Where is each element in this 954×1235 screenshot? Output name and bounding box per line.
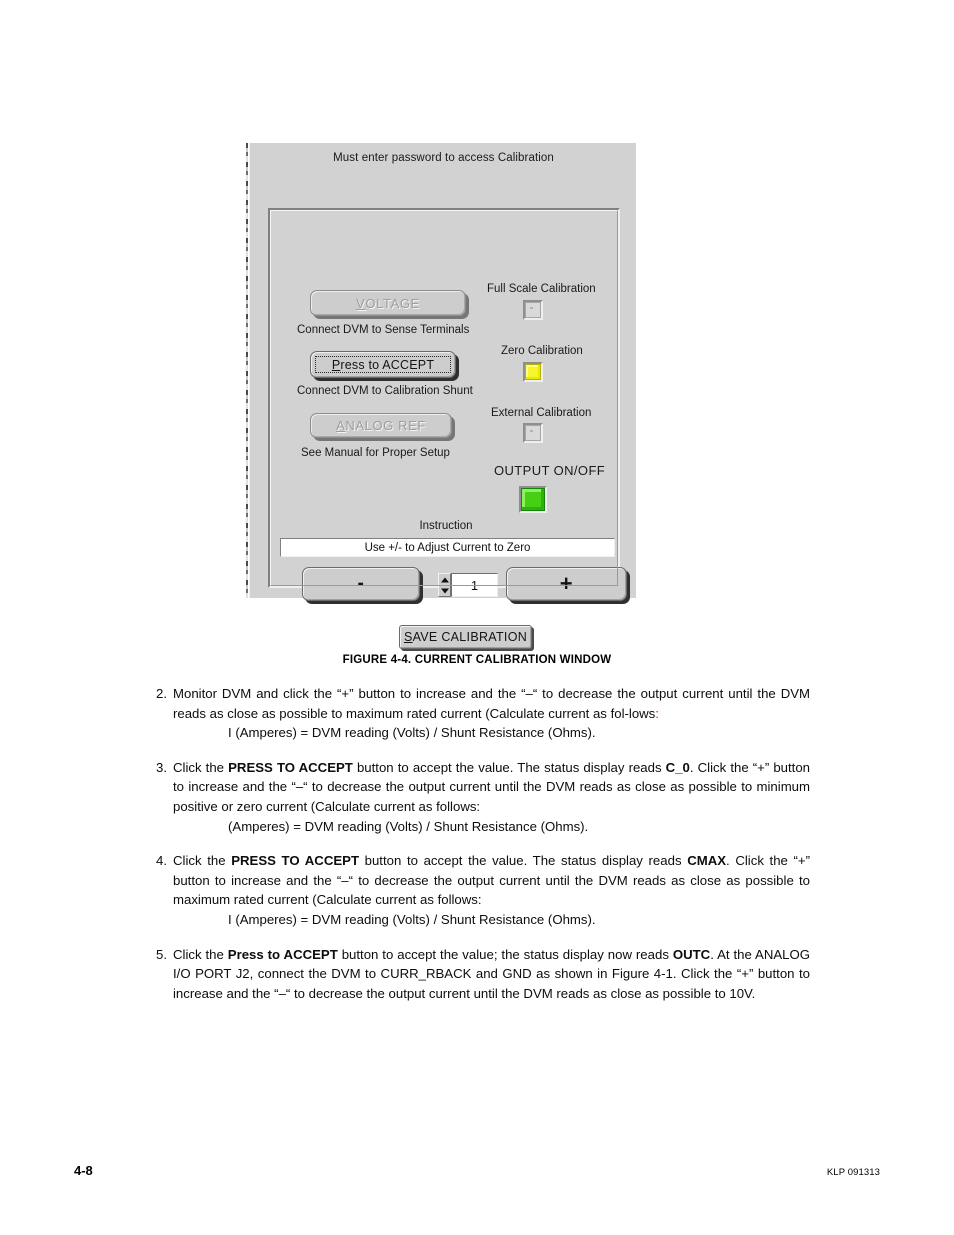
- instruction-readout: Use +/- to Adjust Current to Zero: [280, 538, 615, 557]
- decrement-button-label: -: [357, 573, 365, 594]
- list-item: 4. Click the PRESS TO ACCEPT button to a…: [148, 851, 810, 929]
- emphasis-press-to-accept: Press to ACCEPT: [227, 946, 338, 962]
- emphasis-status-code: CMAX: [687, 853, 727, 869]
- dialog-header-text: Must enter password to access Calibratio…: [333, 152, 554, 164]
- step-number: 2.: [156, 686, 167, 701]
- step-number: 3.: [156, 759, 167, 775]
- label-zero-calibration: Zero Calibration: [501, 345, 583, 357]
- step-size-input[interactable]: 1: [451, 573, 498, 597]
- list-item: 2. Monitor DVM and click the “+” button …: [148, 684, 810, 743]
- emphasis-status-code: OUTC: [672, 946, 711, 962]
- step-equation: I (Amperes) = DVM reading (Volts) / Shun…: [228, 725, 596, 741]
- caption-connect-dvm-sense-terminals: Connect DVM to Sense Terminals: [297, 324, 470, 336]
- step-equation: I (Amperes) = DVM reading (Volts) / Shun…: [228, 911, 596, 927]
- analog-ref-button[interactable]: ANALOG REF: [310, 413, 452, 438]
- scan-edge-artifact: [246, 143, 248, 598]
- colored-punctuation: :: [655, 705, 659, 721]
- lamp-glyph: [525, 364, 541, 380]
- full-scale-calibration-indicator-icon: [523, 300, 543, 320]
- label-full-scale-calibration: Full Scale Calibration: [487, 283, 596, 295]
- save-calibration-button[interactable]: SAVE CALIBRATION: [399, 625, 532, 649]
- page-number: 4-8: [74, 1163, 93, 1178]
- analog-ref-button-label: ANALOG REF: [336, 418, 426, 433]
- current-calibration-dialog: Must enter password to access Calibratio…: [249, 143, 636, 649]
- caption-connect-dvm-calibration-shunt: Connect DVM to Calibration Shunt: [297, 385, 473, 397]
- lamp-glyph: [525, 302, 541, 318]
- decrement-button[interactable]: -: [302, 567, 420, 601]
- calibration-group-panel: VOLTAGE Connect DVM to Sense Terminals P…: [268, 208, 627, 649]
- list-item: 3. Click the PRESS TO ACCEPT button to a…: [148, 758, 810, 836]
- increment-button[interactable]: +: [506, 567, 627, 601]
- press-to-accept-button[interactable]: Press to ACCEPT: [310, 351, 456, 378]
- figure-current-calibration-window: Must enter password to access Calibratio…: [246, 143, 636, 649]
- step-equation: (Amperes) = DVM reading (Volts) / Shunt …: [228, 818, 589, 834]
- output-on-off-indicator-icon[interactable]: [519, 486, 547, 513]
- step-number: 4.: [156, 853, 167, 869]
- figure-caption: FIGURE 4-4. CURRENT CALIBRATION WINDOW: [342, 654, 612, 666]
- emphasis-press-to-accept: PRESS TO ACCEPT: [228, 759, 353, 775]
- zero-calibration-indicator-icon: [523, 362, 543, 382]
- step-text: Monitor DVM and click the “+” button to …: [173, 686, 810, 721]
- triangle-down-icon[interactable]: [439, 585, 450, 596]
- voltage-button[interactable]: VOLTAGE: [310, 290, 466, 316]
- external-calibration-indicator-icon: [523, 423, 543, 443]
- caption-see-manual-for-proper-setup: See Manual for Proper Setup: [301, 447, 450, 459]
- emphasis-status-code: C_0: [665, 759, 690, 775]
- step-text: Click the Press to ACCEPT button to acce…: [173, 946, 810, 1001]
- voltage-button-label: VOLTAGE: [356, 295, 420, 311]
- spinner-arrows[interactable]: [438, 573, 451, 597]
- lamp-glyph: [525, 425, 541, 441]
- procedure-steps-list: 2. Monitor DVM and click the “+” button …: [148, 684, 810, 1018]
- label-instruction: Instruction: [419, 520, 473, 532]
- emphasis-press-to-accept: PRESS TO ACCEPT: [231, 853, 359, 869]
- document-id: KLP 091313: [826, 1167, 880, 1178]
- increment-button-label: +: [559, 571, 574, 596]
- label-output-on-off: OUTPUT ON/OFF: [494, 463, 606, 478]
- step-text: Click the PRESS TO ACCEPT button to acce…: [173, 759, 811, 814]
- list-item: 5. Click the Press to ACCEPT button to a…: [148, 945, 810, 1004]
- triangle-up-icon[interactable]: [439, 574, 450, 585]
- step-number: 5.: [156, 946, 167, 962]
- press-to-accept-button-label: Press to ACCEPT: [331, 357, 435, 372]
- step-text: Click the PRESS TO ACCEPT button to acce…: [173, 853, 811, 908]
- label-external-calibration: External Calibration: [491, 407, 592, 419]
- save-calibration-button-label: SAVE CALIBRATION: [403, 630, 528, 644]
- step-size-spinner[interactable]: 1: [438, 573, 498, 597]
- lamp-glyph: [521, 488, 545, 511]
